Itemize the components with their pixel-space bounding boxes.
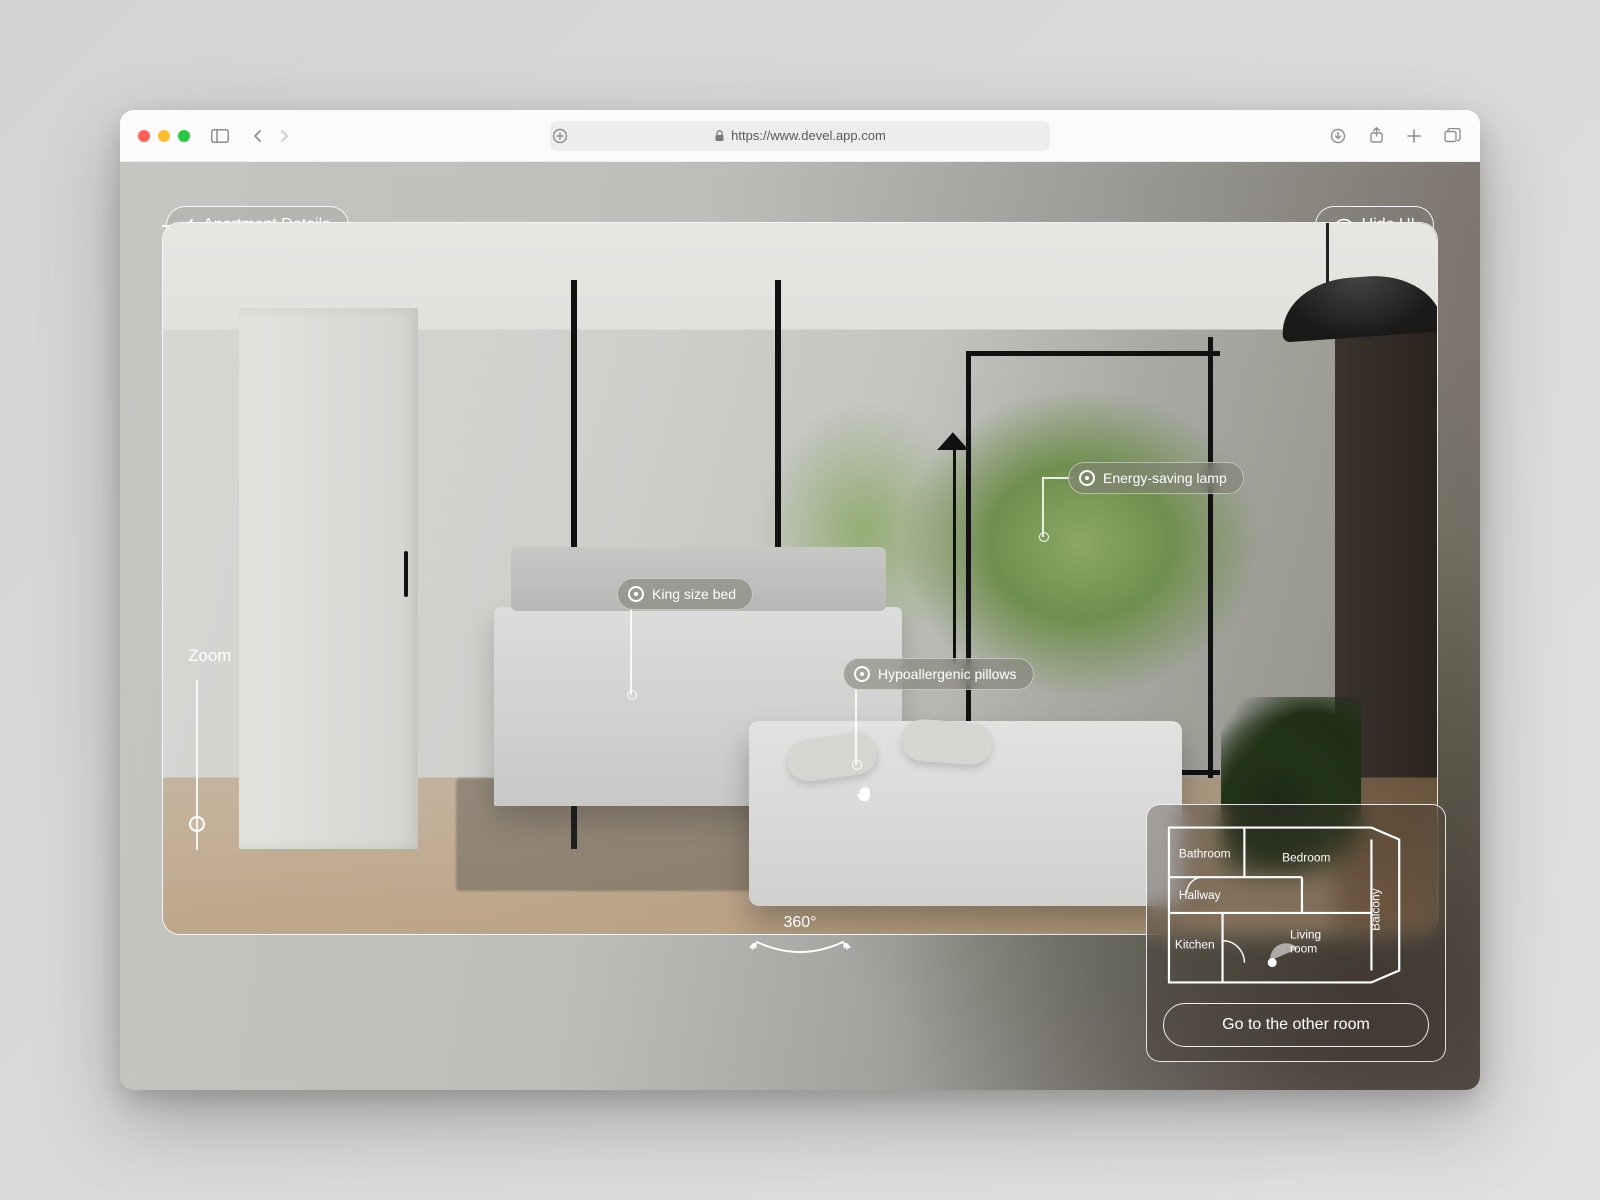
zoom-label: Zoom xyxy=(188,646,231,666)
share-icon[interactable] xyxy=(1366,126,1386,146)
browser-window: https://www.devel.app.com Apartment Deta xyxy=(120,110,1480,1090)
room-label-kitchen: Kitchen xyxy=(1175,938,1215,952)
maximize-window-button[interactable] xyxy=(178,130,190,142)
hotspot-energy-saving-lamp[interactable]: Energy-saving lamp xyxy=(1068,462,1244,494)
site-settings-icon[interactable] xyxy=(550,126,570,146)
goto-label: Go to the other room xyxy=(1222,1016,1370,1033)
window-controls xyxy=(138,130,190,142)
new-tab-icon[interactable] xyxy=(1404,126,1424,146)
door-graphic xyxy=(239,308,417,848)
rotate-arrows-icon xyxy=(745,936,855,960)
nav-arrows xyxy=(248,126,294,146)
room-label-balcony: Balcony xyxy=(1368,888,1382,930)
hotspot-label: Hypoallergenic pillows xyxy=(878,666,1017,682)
close-window-button[interactable] xyxy=(138,130,150,142)
back-icon[interactable] xyxy=(248,126,268,146)
hotspot-hypoallergenic-pillows[interactable]: Hypoallergenic pillows xyxy=(843,658,1034,690)
pendant-lamp-graphic xyxy=(1236,223,1386,343)
target-icon xyxy=(1079,470,1095,486)
hotspot-king-size-bed[interactable]: King size bed xyxy=(617,578,753,610)
room-label-living-1: Living xyxy=(1290,928,1321,942)
room-label-living-2: room xyxy=(1290,942,1317,956)
hotspot-leader xyxy=(630,607,632,695)
target-icon xyxy=(854,666,870,682)
hotspot-label: Energy-saving lamp xyxy=(1103,470,1227,486)
zoom-slider[interactable] xyxy=(196,680,198,850)
room-label-hallway: Hallway xyxy=(1179,888,1221,902)
url-text: https://www.devel.app.com xyxy=(731,128,886,143)
hotspot-leader xyxy=(1042,477,1044,537)
address-bar[interactable]: https://www.devel.app.com xyxy=(550,121,1050,151)
zoom-handle[interactable] xyxy=(189,816,205,832)
minimap-panel: Bathroom Bedroom Hallway Kitchen Living … xyxy=(1146,804,1446,1062)
room-label-bathroom: Bathroom xyxy=(1179,846,1231,860)
grab-cursor-icon xyxy=(854,783,876,810)
download-icon[interactable] xyxy=(1328,126,1348,146)
floorplan[interactable]: Bathroom Bedroom Hallway Kitchen Living … xyxy=(1163,821,1429,991)
sidebar-toggle-icon[interactable] xyxy=(210,126,230,146)
forward-icon[interactable] xyxy=(274,126,294,146)
tabs-icon[interactable] xyxy=(1442,126,1462,146)
hotspot-leader xyxy=(855,687,857,765)
target-icon xyxy=(628,586,644,602)
minimize-window-button[interactable] xyxy=(158,130,170,142)
zoom-control: Zoom xyxy=(188,646,231,850)
room-label-bedroom: Bedroom xyxy=(1282,850,1330,864)
titlebar: https://www.devel.app.com xyxy=(120,110,1480,162)
viewport: Apartment Details Hide UI xyxy=(120,162,1480,1090)
rotate-label: 360° xyxy=(745,914,855,932)
lock-icon xyxy=(714,130,725,142)
rotate-360-control[interactable]: 360° xyxy=(745,914,855,960)
go-to-other-room-button[interactable]: Go to the other room xyxy=(1163,1003,1429,1047)
hotspot-label: King size bed xyxy=(652,586,736,602)
